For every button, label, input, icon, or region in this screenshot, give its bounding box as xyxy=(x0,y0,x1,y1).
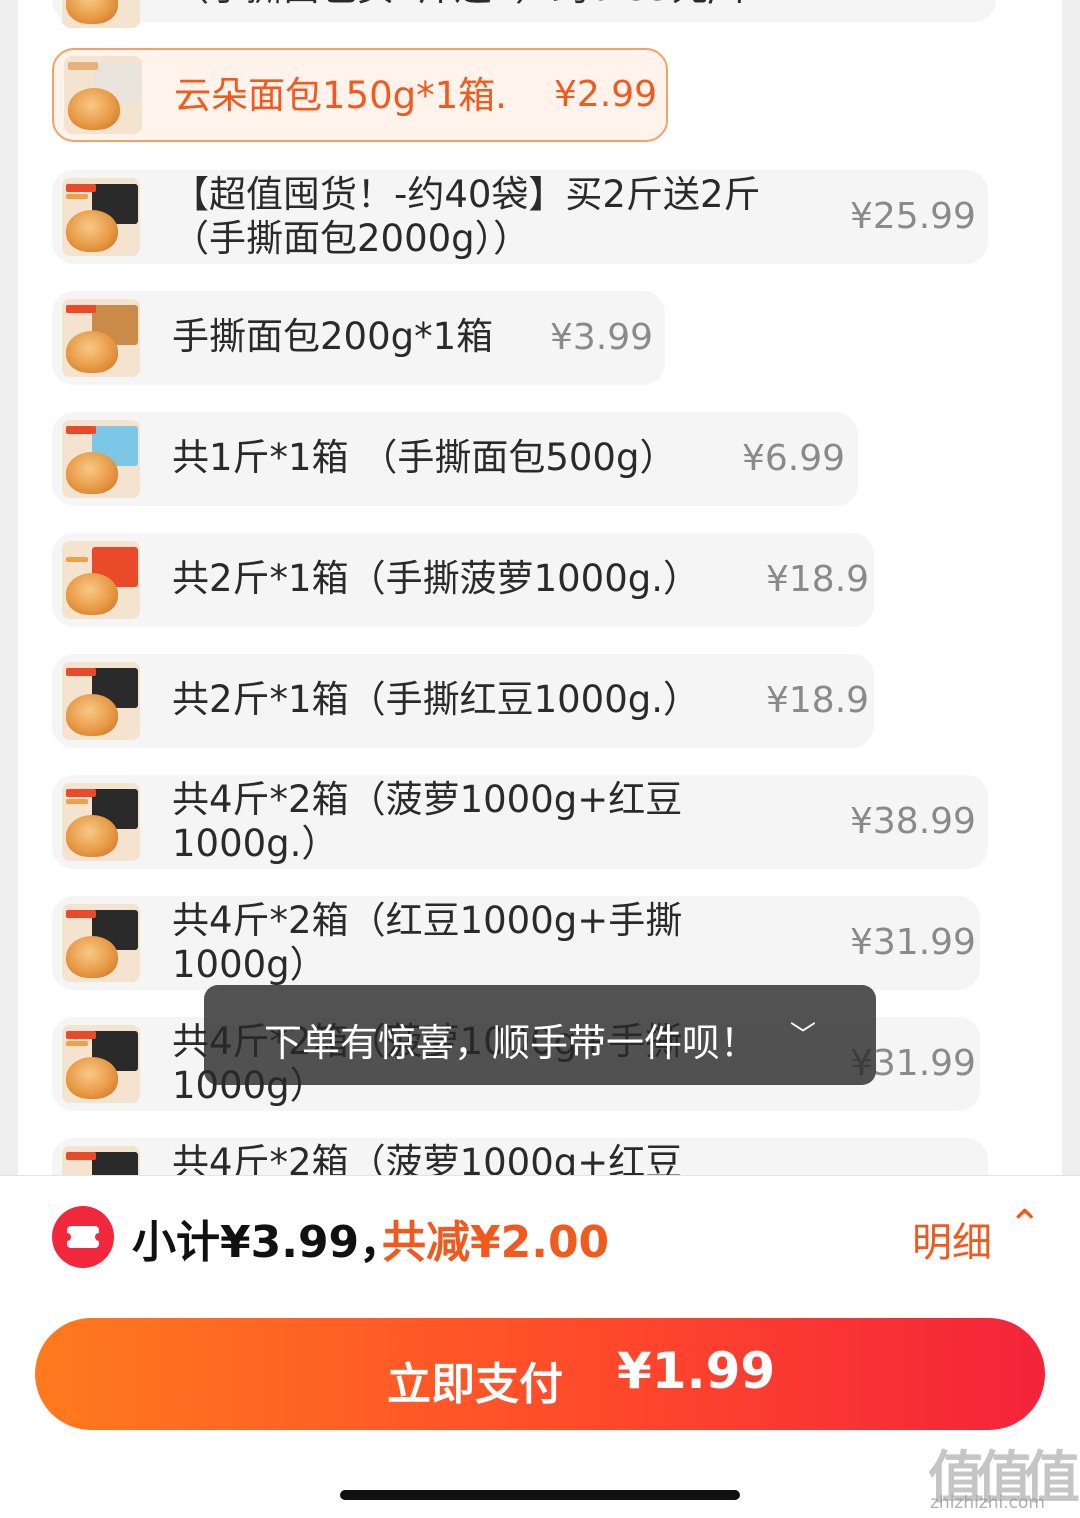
sku-option-name: 共4斤*2箱（红豆1000g+手撕 1000g） xyxy=(172,899,683,986)
watermark-url: zhizhizhi.com xyxy=(930,1493,1045,1513)
sku-option-name: 共4斤*2箱（菠萝1000g+红豆 xyxy=(172,1141,683,1175)
promo-toast[interactable]: 下单有惊喜，顺手带一件呗！ ﹀ xyxy=(204,985,876,1085)
pay-now-label: 立即支付 xyxy=(387,1359,563,1410)
product-thumbnail xyxy=(62,904,140,982)
checkout-bar: 小计¥3.99， 共减¥2.00 明细 ⌃ 立即支付 ¥1.99 xyxy=(0,1175,1080,1518)
sku-option-2[interactable]: 【超值囤货！-约40袋】买2斤送2斤 （手撕面包2000g）） ¥25.99 xyxy=(52,170,988,264)
sku-option-7[interactable]: 共4斤*2箱（菠萝1000g+红豆 1000g.） ¥38.99 xyxy=(52,775,988,869)
watermark: 值 值 值 zhizhizhi.com xyxy=(928,1433,1080,1513)
sku-option-name: 共2斤*1箱（手撕菠萝1000g.） xyxy=(172,557,700,600)
sku-option-price: ¥38.99 xyxy=(850,801,976,842)
sku-option-1[interactable]: 云朵面包150g*1箱. ¥2.99 xyxy=(52,48,668,142)
sku-option-0[interactable]: （手撕面包买1斤送1）约0.85元/个 xyxy=(52,0,996,28)
coupon-icon xyxy=(52,1206,114,1268)
sku-option-price: ¥25.99 xyxy=(850,196,976,237)
sku-option-name: 共4斤*2箱（菠萝1000g+红豆 1000g.） xyxy=(172,778,683,865)
sku-option-name: 共1斤*1箱 （手撕面包500g） xyxy=(172,436,677,479)
sku-option-price: ¥6.99 xyxy=(742,438,846,479)
sku-option-price: ¥31.99 xyxy=(850,922,976,963)
sku-option-price: ¥18.9 xyxy=(766,680,870,721)
detail-toggle[interactable]: 明细 xyxy=(912,1210,992,1268)
product-thumbnail xyxy=(64,56,142,134)
product-thumbnail xyxy=(62,1025,140,1103)
sku-option-name: 【超值囤货！-约40袋】买2斤送2斤 （手撕面包2000g）） xyxy=(172,173,761,260)
sku-option-6[interactable]: 共2斤*1箱（手撕红豆1000g.） ¥18.9 xyxy=(52,654,874,748)
chevron-up-icon[interactable]: ⌃ xyxy=(1008,1202,1042,1248)
sku-option-10[interactable]: 共4斤*2箱（菠萝1000g+红豆 xyxy=(52,1138,988,1175)
sku-option-3[interactable]: 手撕面包200g*1箱 ¥3.99 xyxy=(52,291,665,385)
sku-option-price: ¥18.9 xyxy=(766,559,870,600)
sku-option-8[interactable]: 共4斤*2箱（红豆1000g+手撕 1000g） ¥31.99 xyxy=(52,896,980,990)
product-thumbnail xyxy=(62,1146,140,1175)
sku-option-price: ¥3.99 xyxy=(550,317,654,358)
product-thumbnail xyxy=(62,420,140,498)
product-thumbnail xyxy=(62,662,140,740)
discount-text: 共减¥2.00 xyxy=(382,1217,610,1268)
pay-now-amount: ¥1.99 xyxy=(617,1342,776,1400)
sku-option-name: （手撕面包买1斤送1）约0.85元/个 xyxy=(172,0,758,10)
pay-now-button[interactable]: 立即支付 ¥1.99 xyxy=(35,1318,1045,1430)
double-chevron-down-icon[interactable]: ﹀ xyxy=(790,1015,816,1052)
home-indicator[interactable] xyxy=(340,1490,740,1500)
sku-option-price: ¥2.99 xyxy=(554,74,658,115)
product-thumbnail xyxy=(62,178,140,256)
subtotal-text: 小计¥3.99， xyxy=(132,1217,404,1268)
product-thumbnail xyxy=(62,541,140,619)
product-thumbnail xyxy=(62,299,140,377)
product-thumbnail xyxy=(62,783,140,861)
sku-option-name: 云朵面包150g*1箱. xyxy=(174,74,507,117)
product-thumbnail xyxy=(62,0,140,28)
sku-option-5[interactable]: 共2斤*1箱（手撕菠萝1000g.） ¥18.9 xyxy=(52,533,874,627)
promo-toast-text: 下单有惊喜，顺手带一件呗！ xyxy=(264,1021,759,1065)
sku-option-name: 共2斤*1箱（手撕红豆1000g.） xyxy=(172,678,700,721)
sku-option-name: 手撕面包200g*1箱 xyxy=(172,315,494,358)
sku-option-4[interactable]: 共1斤*1箱 （手撕面包500g） ¥6.99 xyxy=(52,412,858,506)
